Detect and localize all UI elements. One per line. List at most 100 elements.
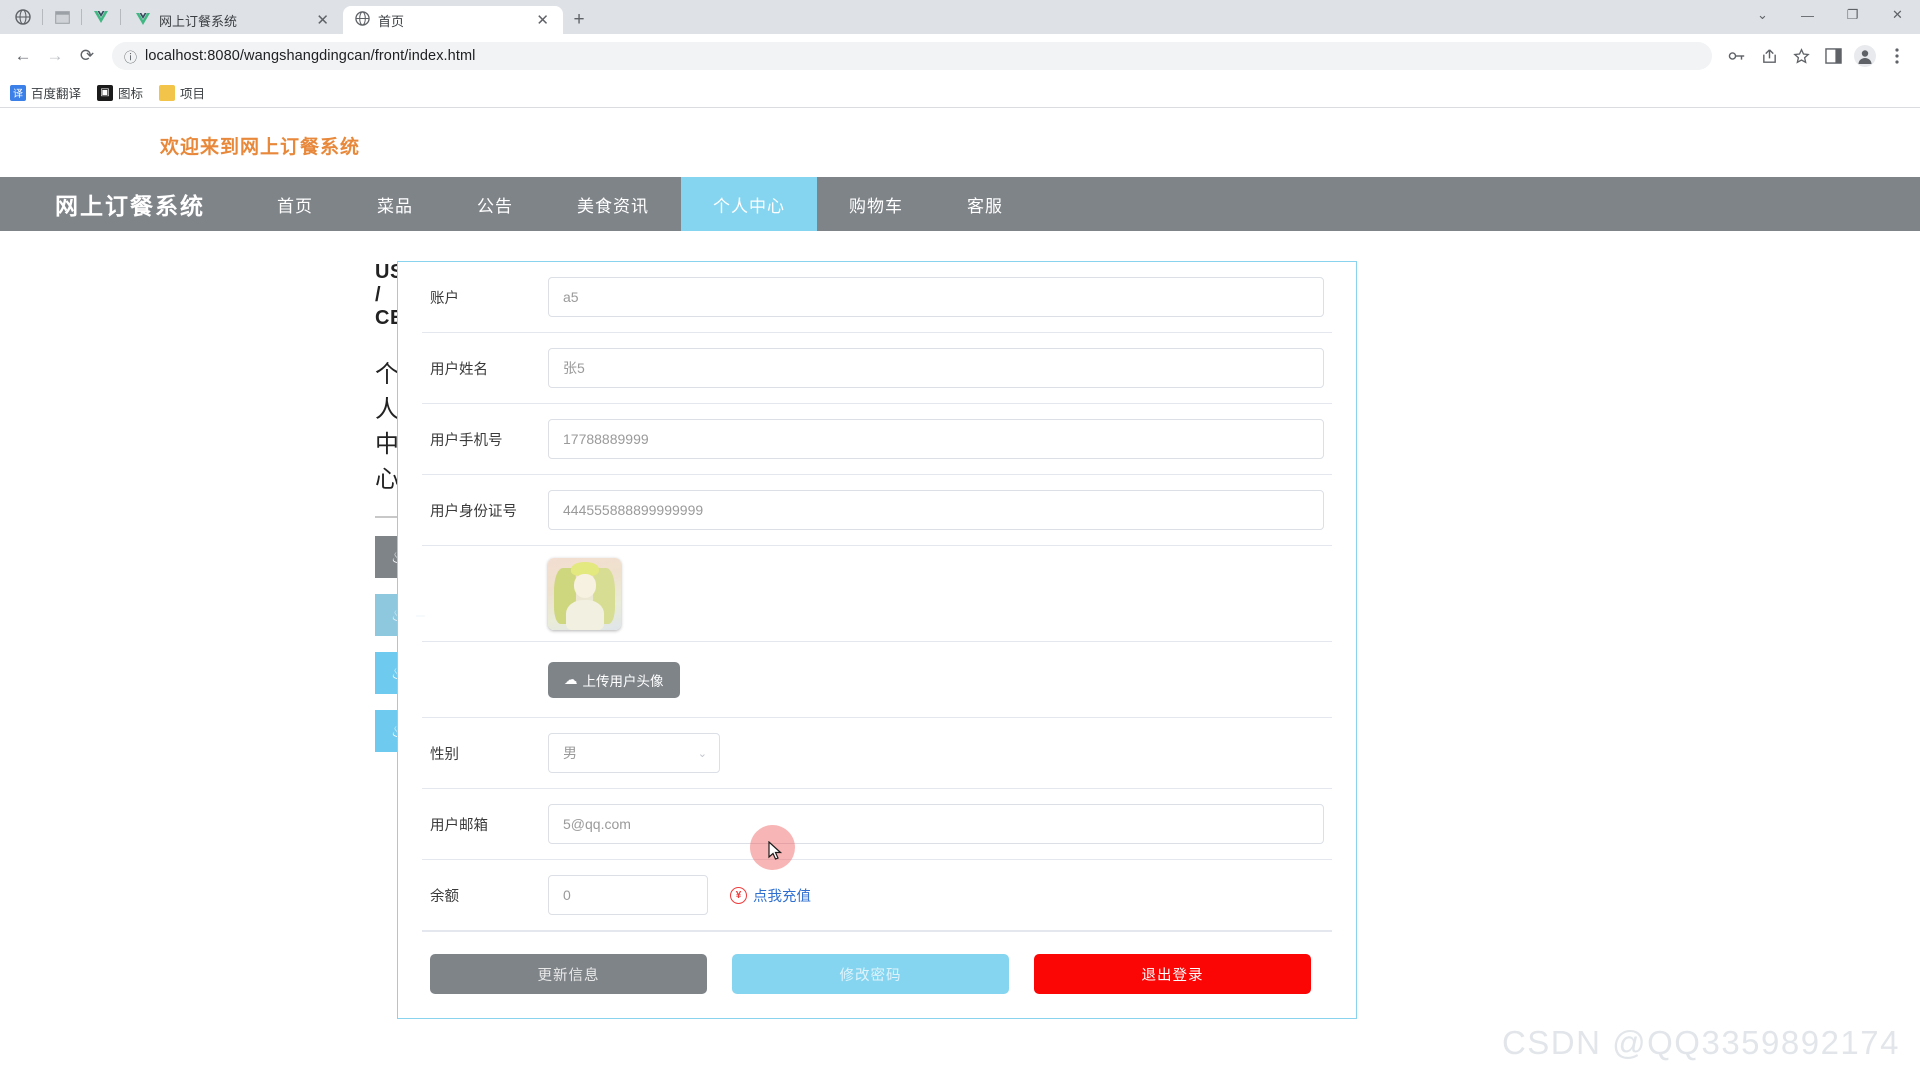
account-input[interactable]: a5 — [548, 277, 1324, 317]
sidebar-item-dash: - — [416, 723, 421, 740]
site-brand[interactable]: 网上订餐系统 — [0, 177, 245, 231]
bookmark-label: 项目 — [180, 83, 205, 102]
upload-avatar-label: 上传用户头像 — [583, 670, 664, 690]
new-tab-button[interactable]: + — [563, 6, 595, 34]
share-icon[interactable] — [1754, 41, 1784, 71]
translate-icon: 译 — [10, 85, 26, 101]
site-navbar: 网上订餐系统 首页 菜品 公告 美食资讯 个人中心 购物车 客服 — [0, 177, 1920, 231]
bookmark-folder-project[interactable]: 项目 — [159, 83, 205, 102]
form-row-account: 账户 a5 — [422, 262, 1332, 333]
balance-label: 余额 — [430, 885, 548, 906]
menu-icon[interactable] — [1882, 41, 1912, 71]
minimize-button[interactable]: — — [1785, 0, 1830, 30]
page-content: 欢迎来到网上订餐系统 网上订餐系统 首页 菜品 公告 美食资讯 个人中心 购物车… — [0, 108, 1920, 1072]
form-actions: 更新信息 修改密码 退出登录 — [422, 931, 1332, 1018]
upload-avatar-button[interactable]: ☁ 上传用户头像 — [548, 662, 680, 698]
expand-icon[interactable]: ⌄ — [1740, 0, 1785, 30]
maximize-button[interactable]: ❐ — [1830, 0, 1875, 30]
form-row-id-number: 用户身份证号 444555888899999999 — [422, 475, 1332, 546]
bookmarks-bar: 译 百度翻译 ▣ 图标 项目 — [0, 78, 1920, 108]
browser-tab-1[interactable]: 网上订餐系统 ✕ — [123, 6, 343, 34]
username-input[interactable]: 张5 — [548, 348, 1324, 388]
avatar-face — [574, 574, 596, 598]
email-label: 用户邮箱 — [430, 814, 548, 835]
site-info-icon[interactable]: ⓘ — [124, 47, 137, 66]
email-input[interactable]: 5@qq.com — [548, 804, 1324, 844]
id-number-label: 用户身份证号 — [430, 500, 548, 521]
nav-item-announcements[interactable]: 公告 — [445, 177, 545, 231]
close-icon[interactable]: ✕ — [312, 11, 333, 30]
username-label: 用户姓名 — [430, 358, 548, 379]
account-label: 账户 — [430, 287, 548, 308]
cloud-upload-icon: ☁ — [564, 672, 578, 688]
image-icon: ▣ — [97, 85, 113, 101]
balance-input[interactable]: 0 — [548, 875, 708, 915]
nav-item-user-center[interactable]: 个人中心 — [681, 177, 817, 231]
phone-input[interactable]: 17788889999 — [548, 419, 1324, 459]
change-password-button[interactable]: 修改密码 — [732, 954, 1009, 994]
sidebar-item-dash: - — [416, 665, 421, 682]
nav-item-food-news[interactable]: 美食资讯 — [545, 177, 681, 231]
id-number-input[interactable]: 444555888899999999 — [548, 490, 1324, 530]
gender-select[interactable]: 男 ⌄ — [548, 733, 720, 773]
globe-icon — [355, 11, 370, 29]
toolbar-right-group — [1722, 41, 1912, 71]
window-icon — [45, 0, 79, 34]
sidebar: USER / CENTER 个人中心 ♨ — 个人中心 ♨ – 收货地址 ♨ -… — [0, 261, 375, 1019]
bookmark-icons[interactable]: ▣ 图标 — [97, 83, 143, 102]
tab-title: 首页 — [378, 11, 524, 30]
yen-icon: ¥ — [730, 887, 747, 904]
nav-item-cart[interactable]: 购物车 — [817, 177, 935, 231]
close-window-button[interactable]: ✕ — [1875, 0, 1920, 30]
nav-item-support[interactable]: 客服 — [935, 177, 1035, 231]
form-row-avatar — [422, 546, 1332, 642]
forward-icon[interactable]: → — [40, 41, 70, 71]
sidebar-item-dash: — — [416, 549, 431, 566]
form-row-phone: 用户手机号 17788889999 — [422, 404, 1332, 475]
profile-icon[interactable] — [1850, 41, 1880, 71]
globe-icon — [6, 0, 40, 34]
chevron-down-icon: ⌄ — [698, 747, 707, 760]
gender-value: 男 — [563, 743, 577, 763]
vue-icon — [84, 0, 118, 34]
reload-icon[interactable]: ⟳ — [72, 41, 102, 71]
back-icon[interactable]: ← — [8, 41, 38, 71]
avatar[interactable] — [548, 558, 621, 630]
form-row-upload: ☁ 上传用户头像 — [422, 642, 1332, 718]
form-row-username: 用户姓名 张5 — [422, 333, 1332, 404]
sidebar-item-dash: – — [416, 607, 424, 624]
update-info-button[interactable]: 更新信息 — [430, 954, 707, 994]
content-area: USER / CENTER 个人中心 ♨ — 个人中心 ♨ – 收货地址 ♨ -… — [0, 231, 1920, 1019]
tab-title: 网上订餐系统 — [159, 11, 304, 30]
form-row-balance: 余额 0 ¥ 点我充值 — [422, 860, 1332, 931]
browser-window: 网上订餐系统 ✕ 首页 ✕ + ⌄ — ❐ ✕ ← → ⟳ ⓘ localhos… — [0, 0, 1920, 1072]
bookmark-baidu-translate[interactable]: 译 百度翻译 — [10, 83, 81, 102]
bookmark-label: 百度翻译 — [31, 83, 81, 102]
vue-icon — [135, 12, 151, 29]
phone-label: 用户手机号 — [430, 429, 548, 450]
gender-label: 性别 — [430, 743, 548, 764]
folder-icon — [159, 85, 175, 101]
close-icon[interactable]: ✕ — [532, 11, 553, 30]
form-row-email: 用户邮箱 5@qq.com — [422, 789, 1332, 860]
key-icon[interactable] — [1722, 41, 1752, 71]
divider — [120, 9, 121, 25]
nav-item-home[interactable]: 首页 — [245, 177, 345, 231]
logout-button[interactable]: 退出登录 — [1034, 954, 1311, 994]
sidepanel-icon[interactable] — [1818, 41, 1848, 71]
recharge-link[interactable]: ¥ 点我充值 — [730, 885, 811, 906]
nav-item-dishes[interactable]: 菜品 — [345, 177, 445, 231]
csdn-watermark: CSDN @QQ3359892174 — [1502, 1024, 1900, 1062]
profile-card: 账户 a5 用户姓名 张5 用户手机号 17788889999 用户身份证号 4… — [397, 261, 1357, 1019]
divider — [81, 9, 82, 25]
browser-tab-2[interactable]: 首页 ✕ — [343, 6, 563, 34]
avatar-body — [566, 600, 604, 630]
window-controls: ⌄ — ❐ ✕ — [1740, 0, 1920, 30]
star-icon[interactable] — [1786, 41, 1816, 71]
tab-strip: 网上订餐系统 ✕ 首页 ✕ + ⌄ — ❐ ✕ — [0, 0, 1920, 34]
address-bar[interactable]: ⓘ localhost:8080/wangshangdingcan/front/… — [112, 42, 1712, 70]
recharge-label: 点我充值 — [753, 885, 811, 906]
url-text: localhost:8080/wangshangdingcan/front/in… — [145, 48, 475, 64]
browser-toolbar: ← → ⟳ ⓘ localhost:8080/wangshangdingcan/… — [0, 34, 1920, 78]
divider — [42, 9, 43, 25]
